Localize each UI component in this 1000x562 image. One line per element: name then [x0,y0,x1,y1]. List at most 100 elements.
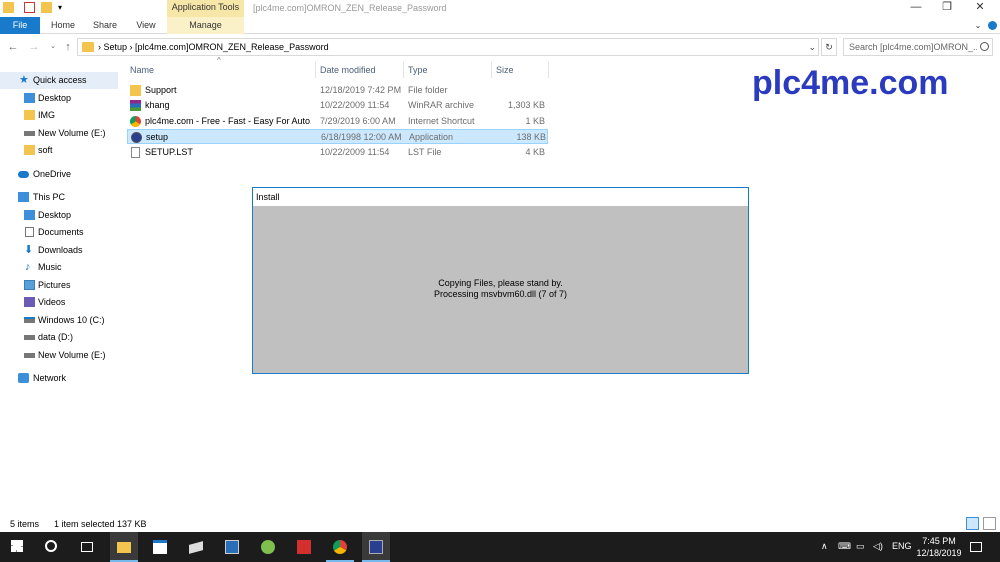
file-row-setup[interactable]: setup 6/18/1998 12:00 AM Application 138… [127,129,548,144]
install-dialog[interactable]: Install Copying Files, please stand by. … [252,187,749,374]
column-header-date[interactable]: Date modified [317,62,403,78]
install-dialog-title[interactable]: Install [253,188,748,206]
file-size: 1 KB [525,116,545,126]
tab-home[interactable]: Home [45,17,81,34]
sidebar-item-downloads[interactable]: ⬇ Downloads [0,242,118,259]
monitor-icon [225,540,239,554]
drive-icon [24,131,35,136]
back-arrow-icon[interactable]: ← [6,39,20,55]
file-type: WinRAR archive [408,100,475,110]
sidebar-item-new-volume-e[interactable]: New Volume (E:) [0,347,118,364]
up-arrow-icon[interactable]: ↑ [61,39,75,55]
sidebar-item-windows-c[interactable]: Windows 10 (C:) [0,312,118,329]
sidebar-item-soft[interactable]: soft [0,142,118,159]
tab-share[interactable]: Share [87,17,123,34]
sidebar-item-videos[interactable]: Videos [0,294,118,311]
taskbar-setup[interactable] [362,532,390,562]
task-view-icon [81,542,93,552]
maximize-button[interactable]: ❐ [932,0,962,17]
ime-icon[interactable]: ⌨ [838,541,851,552]
file-name: plc4me.com - Free - Fast - Easy For Auto… [145,116,311,126]
globe-icon [261,540,275,554]
network-icon [18,373,29,383]
close-button[interactable]: ✕ [965,0,995,17]
taskbar-app-2[interactable] [218,532,246,562]
taskbar-app-3[interactable] [254,532,282,562]
sidebar-item-data-d[interactable]: data (D:) [0,329,118,346]
large-icons-view-icon[interactable] [983,517,996,530]
pictures-icon [24,280,35,290]
column-header-type[interactable]: Type [405,62,491,78]
details-view-icon[interactable] [966,517,979,530]
forward-arrow-icon[interactable]: → [27,39,41,55]
taskbar: ∧ ⌨ ▭ ◁) ENG 7:45 PM 12/18/2019 [0,532,1000,562]
column-header-name[interactable]: Name [127,62,313,78]
column-divider[interactable] [491,62,492,78]
install-processing-line: Processing msvbvm60.dll (7 of 7) [433,289,568,299]
setup-app-icon [131,132,142,143]
column-divider[interactable] [548,62,549,78]
folder-icon [24,145,35,155]
sidebar-item-pictures[interactable]: Pictures [0,277,118,294]
minimize-button[interactable]: — [901,0,931,17]
sidebar-item-img[interactable]: IMG [0,107,118,124]
action-center-icon[interactable] [970,542,982,552]
file-date: 7/29/2019 6:00 AM [320,116,396,126]
taskbar-app-1[interactable] [182,532,210,562]
breadcrumb[interactable]: › Setup › [plc4me.com]OMRON_ZEN_Release_… [98,39,329,55]
search-placeholder: Search [plc4me.com]OMRON_... [849,42,977,52]
network-icon[interactable]: ▭ [856,541,865,552]
column-divider[interactable] [403,62,404,78]
file-row-khang[interactable]: khang 10/22/2009 11:54 WinRAR archive 1,… [127,98,548,113]
address-dropdown-icon[interactable]: ⌄ [808,39,816,55]
file-row-setup-lst[interactable]: SETUP.LST 10/22/2009 11:54 LST File 4 KB [127,145,548,160]
new-folder-icon[interactable] [41,2,52,13]
documents-icon [25,227,34,237]
search-input[interactable]: Search [plc4me.com]OMRON_... [843,38,993,56]
ribbon-expand-icon[interactable]: ⌄ [972,17,984,34]
sidebar-item-new-volume[interactable]: New Volume (E:) [0,125,118,142]
setup-app-icon [369,540,383,554]
sidebar-item-desktop[interactable]: Desktop [0,90,118,107]
cortana-button[interactable] [38,532,66,562]
taskbar-chrome[interactable] [326,532,354,562]
application-tools-context-tab: Application Tools [167,0,244,17]
task-view-button[interactable] [74,532,102,562]
folder-icon [130,85,141,96]
start-button[interactable] [4,532,32,562]
taskbar-app-4[interactable] [290,532,318,562]
sidebar-item-documents[interactable]: Documents [0,224,118,241]
sidebar-item-music[interactable]: ♪ Music [0,259,118,276]
taskbar-store[interactable] [146,532,174,562]
sidebar-item-desktop-pc[interactable]: Desktop [0,207,118,224]
help-icon[interactable] [986,17,998,34]
tab-file[interactable]: File [0,17,40,34]
sidebar-item-quick-access[interactable]: ★ Quick access [0,72,118,89]
file-icon [131,147,140,158]
item-count: 5 items [10,519,40,529]
sidebar-item-this-pc[interactable]: This PC [0,189,118,206]
file-row-plc4me-shortcut[interactable]: plc4me.com - Free - Fast - Easy For Auto… [127,114,548,129]
volume-icon[interactable]: ◁) [873,541,883,552]
file-type: Internet Shortcut [408,116,475,126]
column-header-size[interactable]: Size [493,62,548,78]
downloads-icon: ⬇ [24,244,34,256]
tab-manage[interactable]: Manage [167,17,244,34]
file-date: 6/18/1998 12:00 AM [321,132,402,142]
navigation-pane: ★ Quick access Desktop IMG New Volume (E… [0,62,118,512]
search-icon[interactable] [980,42,989,51]
properties-icon[interactable] [24,2,35,13]
quick-access-dropdown-icon[interactable]: ▾ [56,2,64,13]
address-box[interactable]: › Setup › [plc4me.com]OMRON_ZEN_Release_… [77,38,819,56]
file-row-support[interactable]: Support 12/18/2019 7:42 PM File folder [127,83,548,98]
show-hidden-icons-icon[interactable]: ∧ [821,541,828,552]
column-divider[interactable] [315,62,316,78]
sidebar-item-network[interactable]: Network [0,370,118,387]
clock[interactable]: 7:45 PM 12/18/2019 [908,535,970,559]
sidebar-item-onedrive[interactable]: OneDrive [0,166,118,183]
tab-view[interactable]: View [129,17,163,34]
taskbar-file-explorer[interactable] [110,532,138,562]
refresh-icon[interactable]: ↻ [821,38,837,56]
recent-locations-icon[interactable]: ⌄ [46,39,60,55]
cortana-circle-icon [45,540,57,552]
